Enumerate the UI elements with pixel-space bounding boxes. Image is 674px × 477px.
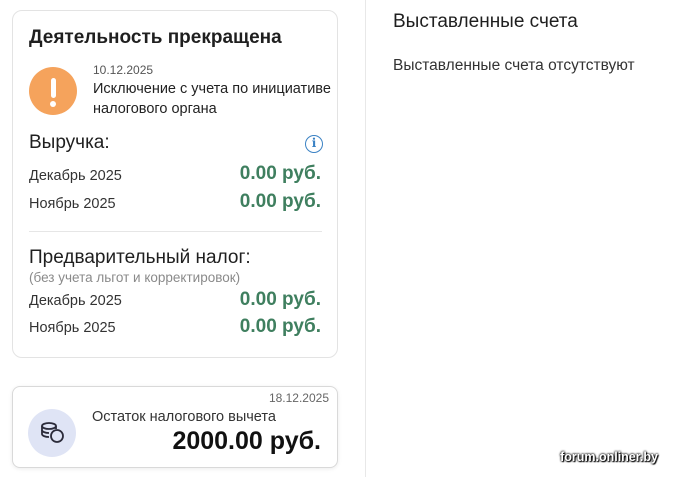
- coins-icon: [28, 409, 76, 457]
- deduction-amount: 2000.00 руб.: [172, 427, 321, 455]
- prelim-tax-title: Предварительный налог:: [29, 247, 251, 268]
- revenue-row-value: 0.00 руб.: [239, 163, 321, 184]
- invoices-title: Выставленные счета: [393, 11, 578, 32]
- card-title: Деятельность прекращена: [29, 27, 282, 48]
- event-date: 10.12.2025: [93, 63, 154, 77]
- deduction-label: Остаток налогового вычета: [92, 409, 276, 425]
- deduction-date: 18.12.2025: [268, 391, 329, 405]
- tax-deduction-card[interactable]: 18.12.2025 Остаток налогового вычета 200…: [12, 386, 338, 468]
- info-icon[interactable]: i: [305, 135, 323, 153]
- tax-row-value: 0.00 руб.: [239, 289, 321, 310]
- revenue-title: Выручка:: [29, 132, 110, 153]
- tax-row-label: Декабрь 2025: [29, 293, 122, 309]
- warning-exclamation-icon: [29, 67, 77, 115]
- revenue-row-label: Ноябрь 2025: [29, 196, 116, 212]
- revenue-row-value: 0.00 руб.: [239, 191, 321, 212]
- invoices-empty-text: Выставленные счета отсутствуют: [393, 57, 635, 74]
- tax-row-value: 0.00 руб.: [239, 316, 321, 337]
- section-divider: [29, 231, 322, 232]
- prelim-tax-note: (без учета льгот и корректировок): [29, 270, 241, 285]
- activity-status-card: Деятельность прекращена 10.12.2025 Исклю…: [12, 10, 338, 358]
- watermark: forum.onliner.by: [560, 450, 658, 464]
- revenue-row-label: Декабрь 2025: [29, 168, 122, 184]
- tax-row-label: Ноябрь 2025: [29, 320, 116, 336]
- column-divider: [365, 0, 366, 477]
- event-description: Исключение с учета по инициативе налогов…: [93, 81, 331, 117]
